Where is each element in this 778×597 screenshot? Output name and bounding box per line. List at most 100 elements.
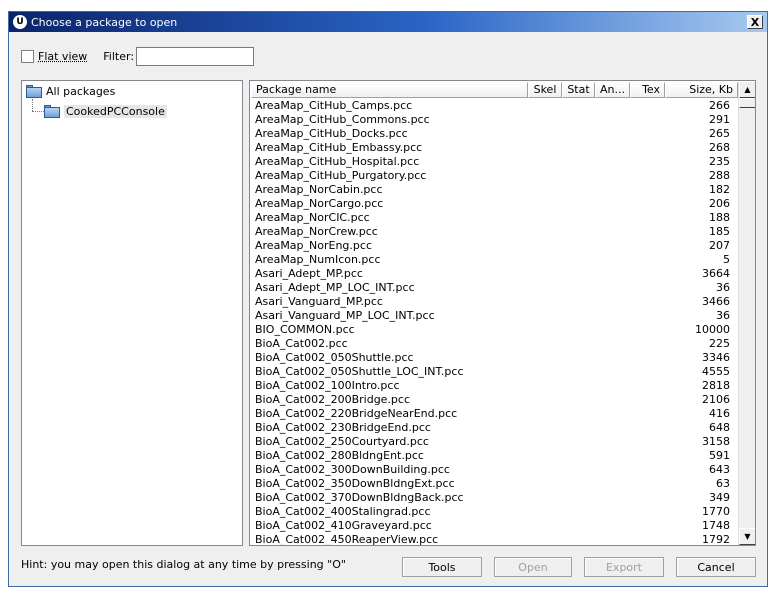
- package-tree[interactable]: All packages CookedPCConsole: [21, 80, 243, 546]
- table-row[interactable]: BioA_Cat002_300DownBuilding.pcc 643: [251, 463, 738, 477]
- stat-cell: [562, 183, 595, 197]
- table-row[interactable]: BioA_Cat002_200Bridge.pcc 2106: [251, 393, 738, 407]
- export-button[interactable]: Export: [584, 557, 664, 577]
- tex-cell: [630, 309, 665, 323]
- table-row[interactable]: AreaMap_CitHub_Purgatory.pcc 288: [251, 169, 738, 183]
- table-row[interactable]: Asari_Vanguard_MP_LOC_INT.pcc 36: [251, 309, 738, 323]
- column-tex[interactable]: Tex: [630, 82, 665, 98]
- tex-cell: [630, 239, 665, 253]
- package-name-cell: Asari_Adept_MP.pcc: [255, 267, 363, 280]
- package-list[interactable]: Package name Skel Stat An... Tex Size, K…: [249, 80, 756, 546]
- skel-cell: [528, 323, 562, 337]
- table-row[interactable]: AreaMap_NorCabin.pcc 182: [251, 183, 738, 197]
- table-row[interactable]: BioA_Cat002_410Graveyard.pcc 1748: [251, 519, 738, 533]
- anim-cell: [595, 351, 630, 365]
- scroll-thumb[interactable]: [739, 98, 755, 108]
- table-row[interactable]: BIO_COMMON.pcc 10000: [251, 323, 738, 337]
- anim-cell: [595, 127, 630, 141]
- table-row[interactable]: AreaMap_NorCIC.pcc 188: [251, 211, 738, 225]
- skel-cell: [528, 449, 562, 463]
- anim-cell: [595, 141, 630, 155]
- table-row[interactable]: AreaMap_CitHub_Hospital.pcc 235: [251, 155, 738, 169]
- table-row[interactable]: BioA_Cat002_250Courtyard.pcc 3158: [251, 435, 738, 449]
- flat-view-checkbox[interactable]: [21, 49, 34, 63]
- vertical-scrollbar[interactable]: ▲ ▼: [738, 81, 755, 545]
- stat-cell: [562, 505, 595, 519]
- table-row[interactable]: Asari_Vanguard_MP.pcc 3466: [251, 295, 738, 309]
- stat-cell: [562, 281, 595, 295]
- tree-item-all-packages[interactable]: All packages: [26, 82, 115, 100]
- table-row[interactable]: Asari_Adept_MP_LOC_INT.pcc 36: [251, 281, 738, 295]
- column-anim[interactable]: An...: [595, 82, 630, 98]
- close-button[interactable]: X: [747, 15, 763, 29]
- scroll-down-button[interactable]: ▼: [739, 528, 755, 545]
- stat-cell: [562, 197, 595, 211]
- skel-cell: [528, 337, 562, 351]
- table-row[interactable]: AreaMap_CitHub_Embassy.pcc 268: [251, 141, 738, 155]
- stat-cell: [562, 253, 595, 267]
- anim-cell: [595, 295, 630, 309]
- table-row[interactable]: AreaMap_NorCargo.pcc 206: [251, 197, 738, 211]
- skel-cell: [528, 281, 562, 295]
- table-row[interactable]: AreaMap_NorCrew.pcc 185: [251, 225, 738, 239]
- filter-label: Filter:: [103, 49, 135, 63]
- stat-cell: [562, 365, 595, 379]
- package-name-cell: BioA_Cat002_200Bridge.pcc: [255, 393, 411, 406]
- package-name-cell: AreaMap_CitHub_Camps.pcc: [255, 99, 413, 112]
- window-title: Choose a package to open: [31, 15, 178, 29]
- size-cell: 268: [709, 141, 730, 154]
- anim-cell: [595, 449, 630, 463]
- table-row[interactable]: AreaMap_CitHub_Camps.pcc 266: [251, 99, 738, 113]
- tex-cell: [630, 225, 665, 239]
- anim-cell: [595, 421, 630, 435]
- anim-cell: [595, 407, 630, 421]
- cancel-button[interactable]: Cancel: [676, 557, 756, 577]
- package-name-cell: AreaMap_CitHub_Embassy.pcc: [255, 141, 423, 154]
- table-row[interactable]: Asari_Adept_MP.pcc 3664: [251, 267, 738, 281]
- open-button[interactable]: Open: [494, 557, 572, 577]
- table-row[interactable]: AreaMap_NumIcon.pcc 5: [251, 253, 738, 267]
- title-bar[interactable]: U Choose a package to open X: [9, 12, 767, 32]
- tex-cell: [630, 407, 665, 421]
- table-row[interactable]: BioA_Cat002_230BridgeEnd.pcc 648: [251, 421, 738, 435]
- table-row[interactable]: AreaMap_CitHub_Commons.pcc 291: [251, 113, 738, 127]
- tex-cell: [630, 491, 665, 505]
- stat-cell: [562, 449, 595, 463]
- table-row[interactable]: BioA_Cat002_050Shuttle_LOC_INT.pcc 4555: [251, 365, 738, 379]
- table-row[interactable]: BioA_Cat002_100Intro.pcc 2818: [251, 379, 738, 393]
- size-cell: 3158: [702, 435, 730, 448]
- table-row[interactable]: BioA_Cat002_220BridgeNearEnd.pcc 416: [251, 407, 738, 421]
- column-size[interactable]: Size, Kb: [665, 82, 738, 98]
- table-row[interactable]: BioA_Cat002.pcc 225: [251, 337, 738, 351]
- size-cell: 291: [709, 113, 730, 126]
- table-row[interactable]: AreaMap_CitHub_Docks.pcc 265: [251, 127, 738, 141]
- table-row[interactable]: AreaMap_NorEng.pcc 207: [251, 239, 738, 253]
- skel-cell: [528, 155, 562, 169]
- package-name-cell: AreaMap_CitHub_Hospital.pcc: [255, 155, 420, 168]
- table-row[interactable]: BioA_Cat002_450ReaperView.pcc 1792: [251, 533, 738, 545]
- tex-cell: [630, 197, 665, 211]
- stat-cell: [562, 267, 595, 281]
- table-row[interactable]: BioA_Cat002_280BldngEnt.pcc 591: [251, 449, 738, 463]
- anim-cell: [595, 477, 630, 491]
- scroll-up-button[interactable]: ▲: [739, 81, 755, 98]
- anim-cell: [595, 169, 630, 183]
- flat-view-label[interactable]: Flat view: [38, 50, 87, 63]
- size-cell: 185: [709, 225, 730, 238]
- column-stat[interactable]: Stat: [562, 82, 595, 98]
- table-row[interactable]: BioA_Cat002_350DownBldngExt.pcc 63: [251, 477, 738, 491]
- column-skel[interactable]: Skel: [528, 82, 562, 98]
- table-row[interactable]: BioA_Cat002_050Shuttle.pcc 3346: [251, 351, 738, 365]
- filter-input[interactable]: [136, 46, 255, 66]
- tex-cell: [630, 421, 665, 435]
- size-cell: 1770: [702, 505, 730, 518]
- tools-button[interactable]: Tools: [402, 557, 482, 577]
- tree-item-cookedpcconsole[interactable]: CookedPCConsole: [44, 102, 167, 120]
- table-row[interactable]: BioA_Cat002_370DownBldngBack.pcc 349: [251, 491, 738, 505]
- size-cell: 416: [709, 407, 730, 420]
- table-row[interactable]: BioA_Cat002_400Stalingrad.pcc 1770: [251, 505, 738, 519]
- tex-cell: [630, 295, 665, 309]
- column-package-name[interactable]: Package name: [251, 82, 528, 98]
- size-cell: 5: [723, 253, 730, 266]
- package-name-cell: AreaMap_CitHub_Docks.pcc: [255, 127, 408, 140]
